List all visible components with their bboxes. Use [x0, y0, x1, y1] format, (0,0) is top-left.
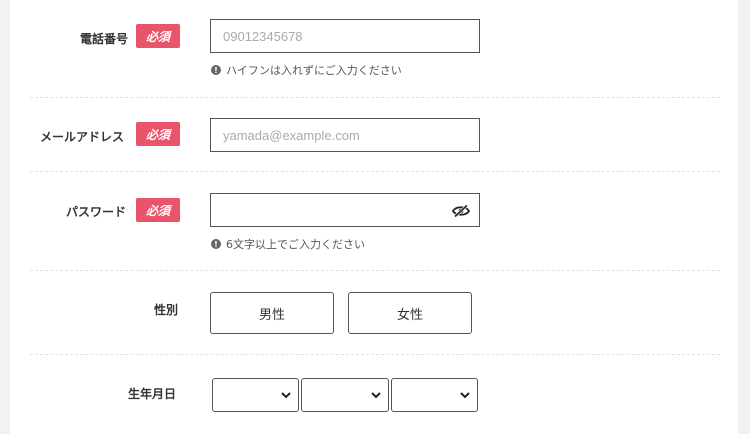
- email-row: メールアドレス 必須: [10, 98, 738, 171]
- chevron-down-icon: [281, 392, 291, 399]
- gender-label: 性別: [154, 303, 179, 317]
- info-icon: !: [211, 65, 221, 75]
- birthdate-label: 生年月日: [128, 387, 177, 401]
- gender-male-button[interactable]: 男性: [210, 292, 334, 334]
- chevron-down-icon: [371, 392, 381, 399]
- phone-input[interactable]: [210, 19, 480, 53]
- eye-slash-icon[interactable]: [451, 203, 471, 219]
- registration-form: 電話番号 必須 ! ハイフンは入れずにご入力ください メールアドレス 必須 パス…: [10, 0, 738, 434]
- password-row: パスワード 必須 ! 6文字以上でご入力ください: [10, 172, 738, 270]
- birth-month-select[interactable]: [301, 378, 389, 412]
- password-input[interactable]: [210, 193, 480, 227]
- phone-row: 電話番号 必須 ! ハイフンは入れずにご入力ください: [10, 0, 738, 97]
- info-icon: !: [211, 239, 221, 249]
- phone-label: 電話番号: [80, 32, 129, 46]
- email-label: メールアドレス: [40, 130, 125, 144]
- chevron-down-icon: [460, 392, 470, 399]
- password-hint: ! 6文字以上でご入力ください: [211, 236, 365, 252]
- password-required-badge: 必須: [136, 198, 180, 222]
- birthdate-row: 生年月日: [10, 355, 738, 434]
- password-label: パスワード: [66, 205, 127, 219]
- phone-required-badge: 必須: [136, 24, 180, 48]
- password-hint-text: 6文字以上でご入力ください: [226, 238, 365, 251]
- phone-hint: ! ハイフンは入れずにご入力ください: [211, 62, 402, 78]
- email-required-badge: 必須: [136, 122, 180, 146]
- birth-day-select[interactable]: [391, 378, 478, 412]
- phone-hint-text: ハイフンは入れずにご入力ください: [226, 64, 402, 77]
- gender-female-button[interactable]: 女性: [348, 292, 472, 334]
- birth-year-select[interactable]: [212, 378, 299, 412]
- gender-row: 性別 男性 女性: [10, 271, 738, 354]
- email-input[interactable]: [210, 118, 480, 152]
